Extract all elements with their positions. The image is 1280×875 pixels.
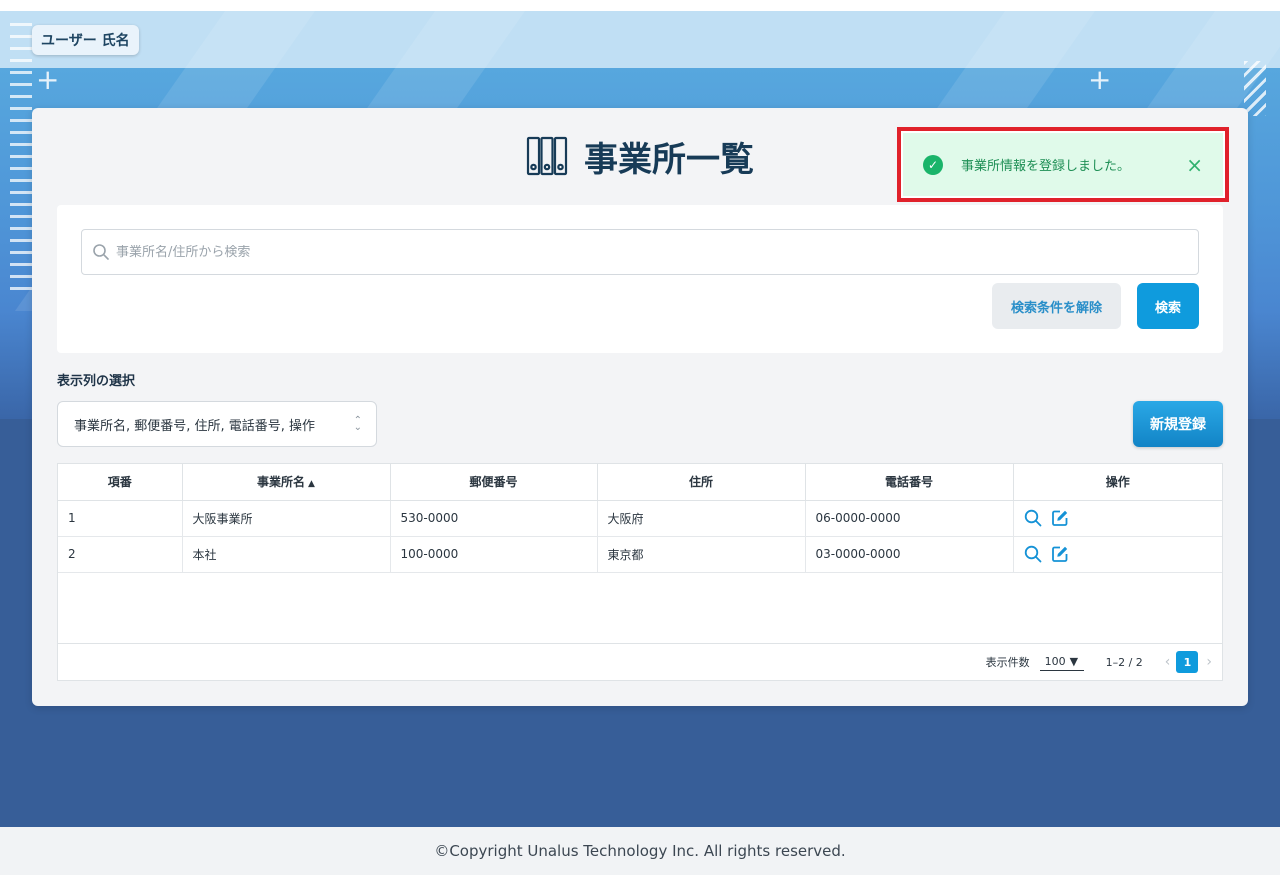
column-header-no[interactable]: 項番 (58, 464, 183, 501)
table-row[interactable]: 2 本社 100-0000 東京都 03-0000-0000 (58, 536, 1222, 573)
rows-per-page-select[interactable]: 100 ▼ (1039, 653, 1084, 671)
sort-ascending-icon: ▲ (308, 479, 315, 490)
chevron-right-icon[interactable]: › (1206, 654, 1212, 670)
search-input[interactable] (116, 244, 1198, 260)
chevron-up-down-icon: ⌃ ⌄ (353, 415, 362, 433)
search-field (81, 229, 1199, 275)
rows-per-page-label: 表示件数 (985, 656, 1030, 669)
column-header-name[interactable]: 事業所名 ▲ (182, 464, 391, 501)
plus-decoration-icon: + (1088, 63, 1112, 96)
footer: ©Copyright Unalus Technology Inc. All ri… (0, 827, 1280, 875)
column-header-phone[interactable]: 電話番号 (805, 464, 1014, 501)
plus-decoration-icon: + (36, 63, 60, 96)
background-ruler (10, 23, 32, 293)
toast-message: 事業所情報を登録しました。 (961, 159, 1131, 174)
table-pagination: 表示件数 100 ▼ 1–2 / 2 ‹ 1 › (58, 643, 1222, 680)
view-magnifier-icon[interactable] (1024, 509, 1042, 527)
search-icon (93, 244, 109, 260)
cell-actions (1013, 536, 1222, 573)
cell-name: 本社 (182, 536, 391, 573)
clear-search-button[interactable]: 検索条件を解除 (992, 283, 1121, 329)
binder-icon (526, 136, 568, 176)
pagination-range: 1–2 / 2 (1105, 655, 1143, 669)
column-header-postal[interactable]: 郵便番号 (390, 464, 598, 501)
close-icon[interactable]: × (1186, 155, 1203, 175)
column-header-address[interactable]: 住所 (597, 464, 806, 501)
cell-no: 1 (58, 500, 183, 537)
page-button-current[interactable]: 1 (1176, 651, 1199, 673)
chevron-left-icon[interactable]: ‹ (1165, 654, 1171, 670)
cell-name: 大阪事業所 (182, 500, 391, 537)
cell-postal: 530-0000 (390, 500, 598, 537)
view-magnifier-icon[interactable] (1024, 545, 1042, 563)
column-header-actions: 操作 (1013, 464, 1222, 501)
success-toast: ✓ 事業所情報を登録しました。 × (897, 127, 1229, 202)
check-circle-icon: ✓ (923, 154, 943, 175)
edit-icon[interactable] (1051, 545, 1069, 563)
copyright-text: ©Copyright Unalus Technology Inc. All ri… (434, 842, 846, 860)
user-name-badge[interactable]: ユーザー 氏名 (32, 25, 139, 55)
search-panel: 検索条件を解除 検索 (57, 205, 1223, 353)
cell-phone: 03-0000-0000 (805, 536, 1014, 573)
success-toast-body: ✓ 事業所情報を登録しました。 × (903, 133, 1223, 196)
cell-address: 東京都 (597, 536, 806, 573)
cell-postal: 100-0000 (390, 536, 598, 573)
page-title: 事業所一覧 (584, 139, 754, 180)
cell-address: 大阪府 (597, 500, 806, 537)
new-registration-button[interactable]: 新規登録 (1133, 401, 1223, 447)
table-row[interactable]: 1 大阪事業所 530-0000 大阪府 06-0000-0000 (58, 500, 1222, 537)
table-header-row: 項番 事業所名 ▲ 郵便番号 住所 電話番号 操作 (58, 464, 1222, 501)
caret-down-icon: ▼ (1069, 655, 1079, 668)
cell-phone: 06-0000-0000 (805, 500, 1014, 537)
edit-icon[interactable] (1051, 509, 1069, 527)
column-select-value: 事業所名, 郵便番号, 住所, 電話番号, 操作 (74, 418, 316, 434)
rows-per-page-value: 100 (1044, 655, 1066, 668)
main-card: 事業所一覧 ✓ 事業所情報を登録しました。 × 検索条件を解除 検索 表示列の選… (32, 108, 1248, 706)
background-hatch (1244, 61, 1266, 116)
cell-actions (1013, 500, 1222, 537)
office-table: 項番 事業所名 ▲ 郵便番号 住所 電話番号 操作 1 大阪事業所 530-000… (57, 463, 1223, 681)
column-select-label: 表示列の選択 (57, 374, 136, 389)
column-select[interactable]: 事業所名, 郵便番号, 住所, 電話番号, 操作 ⌃ ⌄ (57, 401, 377, 447)
search-button[interactable]: 検索 (1137, 283, 1199, 329)
cell-no: 2 (58, 536, 183, 573)
